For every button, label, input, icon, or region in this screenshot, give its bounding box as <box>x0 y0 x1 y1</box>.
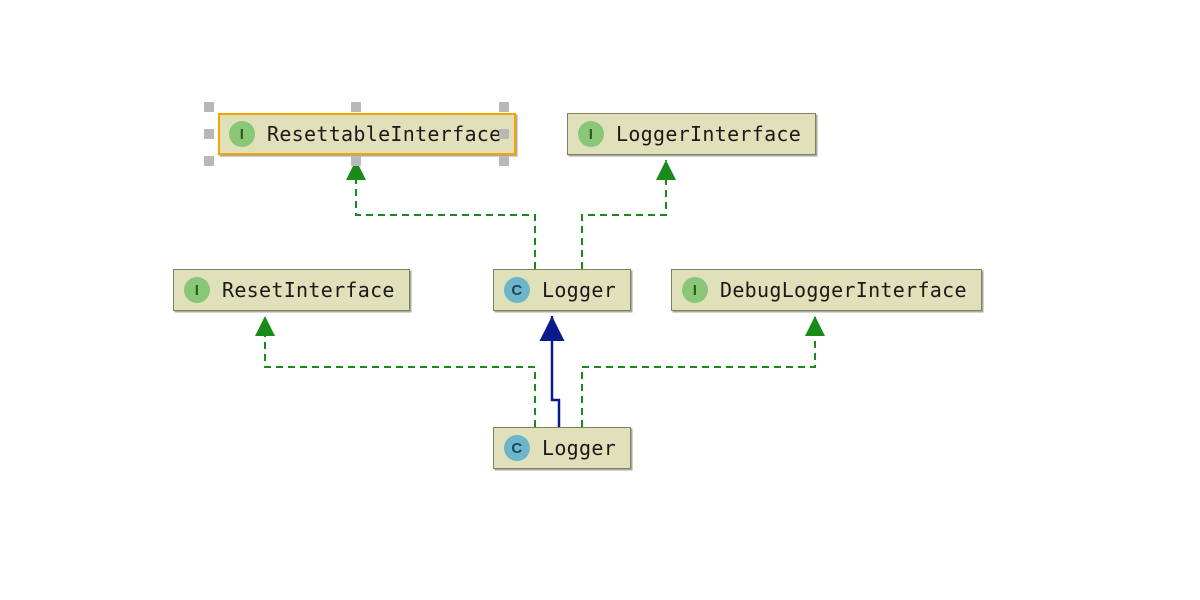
interface-badge-icon: I <box>578 121 604 147</box>
node-logger-bottom[interactable]: C Logger <box>493 427 631 469</box>
selection-handle[interactable] <box>499 156 509 166</box>
selection-handle[interactable] <box>204 129 214 139</box>
edge-implements <box>582 160 666 269</box>
node-logger-mid[interactable]: C Logger <box>493 269 631 311</box>
selection-handle[interactable] <box>204 156 214 166</box>
interface-badge-icon: I <box>229 121 255 147</box>
edge-extends <box>552 316 559 427</box>
interface-badge-icon: I <box>682 277 708 303</box>
class-badge-icon: C <box>504 277 530 303</box>
selection-handle[interactable] <box>351 102 361 112</box>
node-label: ResetInterface <box>222 278 395 302</box>
node-label: Logger <box>542 278 616 302</box>
class-badge-icon: C <box>504 435 530 461</box>
edge-implements <box>356 160 535 269</box>
selection-handle[interactable] <box>351 156 361 166</box>
node-reset-interface[interactable]: I ResetInterface <box>173 269 410 311</box>
node-label: Logger <box>542 436 616 460</box>
edge-implements <box>582 316 815 427</box>
selection-handle[interactable] <box>499 102 509 112</box>
uml-diagram-canvas[interactable]: I ResettableInterface I LoggerInterface … <box>0 0 1200 600</box>
node-label: ResettableInterface <box>267 122 501 146</box>
node-label: LoggerInterface <box>616 122 801 146</box>
node-resettable-interface[interactable]: I ResettableInterface <box>218 113 516 155</box>
node-label: DebugLoggerInterface <box>720 278 967 302</box>
node-logger-interface[interactable]: I LoggerInterface <box>567 113 816 155</box>
edge-implements <box>265 316 535 427</box>
selection-handle[interactable] <box>499 129 509 139</box>
selection-handle[interactable] <box>204 102 214 112</box>
node-debug-logger-interface[interactable]: I DebugLoggerInterface <box>671 269 982 311</box>
interface-badge-icon: I <box>184 277 210 303</box>
